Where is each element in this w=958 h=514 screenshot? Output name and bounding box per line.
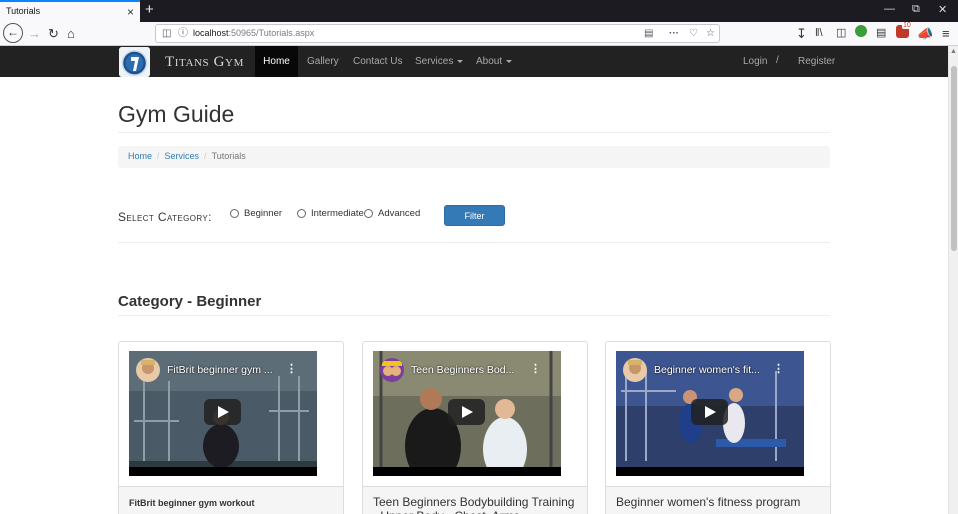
- kebab-menu-icon[interactable]: ⋮: [530, 362, 541, 375]
- library-icon[interactable]: ‖\: [815, 26, 823, 41]
- sidebar-icon[interactable]: ◫: [836, 26, 846, 41]
- card-footer: FitBrit beginner gym workout: [119, 486, 343, 514]
- kebab-menu-icon[interactable]: ⋮: [773, 362, 784, 375]
- video-title[interactable]: FitBrit beginner gym ...: [167, 364, 287, 376]
- video-embed[interactable]: FitBrit beginner gym ... ⋮: [129, 351, 317, 476]
- nav-gallery[interactable]: Gallery: [297, 46, 349, 77]
- scroll-thumb[interactable]: [951, 66, 957, 251]
- breadcrumb-services[interactable]: Services: [165, 151, 200, 161]
- nav-about-label: About: [476, 56, 503, 67]
- radio-label: Beginner: [244, 207, 283, 219]
- divider: [118, 132, 830, 133]
- video-embed[interactable]: Teen Beginners Bod... ⋮: [373, 351, 561, 476]
- megaphone-icon[interactable]: 📣: [917, 26, 933, 41]
- caret-down-icon: [457, 59, 464, 63]
- card-caption: Beginner women's fitness program: [616, 495, 801, 509]
- url-text[interactable]: localhost:50965/Tutorials.aspx: [193, 28, 314, 38]
- divider: [118, 315, 830, 316]
- video-card: Teen Beginners Bod... ⋮ Teen Beginners B…: [362, 341, 588, 514]
- more-actions-icon[interactable]: ···: [669, 27, 679, 40]
- bookmark-star-icon[interactable]: ☆: [706, 27, 715, 40]
- video-title[interactable]: Teen Beginners Bod...: [411, 364, 531, 376]
- card-caption: FitBrit beginner gym workout: [129, 498, 255, 508]
- channel-avatar[interactable]: [623, 358, 647, 382]
- avatar-icon: [136, 358, 160, 382]
- nav-contact-us[interactable]: Contact Us: [343, 46, 412, 77]
- download-icon[interactable]: ↧: [796, 26, 807, 41]
- url-path: :50965/Tutorials.aspx: [228, 28, 315, 38]
- category-label: Select Category:: [118, 210, 212, 224]
- tab-title: Tutorials: [6, 6, 41, 16]
- caret-down-icon: [506, 59, 513, 63]
- breadcrumb: Home / Services / Tutorials: [118, 146, 830, 168]
- section-title: Category - Beginner: [118, 293, 262, 310]
- avatar-icon: [380, 358, 404, 382]
- divider: [118, 242, 830, 243]
- filter-button[interactable]: Filter: [444, 205, 505, 226]
- breadcrumb-separator: /: [204, 151, 207, 161]
- nav-about[interactable]: About: [466, 46, 522, 77]
- browser-tab[interactable]: Tutorials ×: [0, 0, 140, 22]
- breadcrumb-separator: /: [157, 151, 160, 161]
- minimize-icon[interactable]: —: [884, 3, 895, 15]
- back-arrow-icon[interactable]: ←: [3, 23, 23, 43]
- browser-toolbar: ← → ↻ ⌂ ◫ ⓘ localhost:50965/Tutorials.as…: [0, 22, 958, 46]
- extension-icon[interactable]: [855, 25, 867, 37]
- radio-label: Advanced: [378, 207, 421, 219]
- nav-services-label: Services: [415, 56, 454, 67]
- notification-badge: 10: [902, 22, 912, 29]
- close-window-icon[interactable]: ✕: [938, 3, 947, 16]
- card-footer: Teen Beginners Bodybuilding Training - U…: [363, 486, 587, 514]
- channel-avatar[interactable]: [380, 358, 404, 382]
- forward-arrow-icon[interactable]: →: [28, 26, 41, 41]
- card-caption: Teen Beginners Bodybuilding Training - U…: [373, 495, 575, 514]
- pocket-icon[interactable]: ♡: [689, 27, 698, 40]
- reader-view-icon[interactable]: ▤: [644, 27, 653, 40]
- menu-icon[interactable]: ≡: [942, 26, 950, 41]
- shield-icon[interactable]: ◫: [162, 27, 171, 40]
- play-icon[interactable]: [204, 399, 241, 425]
- reload-icon[interactable]: ↻: [48, 26, 59, 41]
- video-embed[interactable]: Beginner women's fit... ⋮: [616, 351, 804, 476]
- radio-circle[interactable]: [364, 208, 373, 218]
- brand-name[interactable]: Titans Gym: [165, 54, 244, 71]
- radio-beginner[interactable]: Beginner: [230, 206, 282, 220]
- nav-home[interactable]: Home: [255, 46, 298, 77]
- logo-emblem-icon: [119, 47, 150, 77]
- nav-separator: /: [776, 55, 779, 66]
- breadcrumb-current: Tutorials: [211, 151, 246, 161]
- radio-circle[interactable]: [230, 208, 239, 218]
- video-card: Beginner women's fit... ⋮ Beginner women…: [605, 341, 831, 514]
- card-footer: Beginner women's fitness program: [606, 486, 830, 514]
- scroll-up-icon[interactable]: ▲: [950, 48, 957, 55]
- url-host: localhost: [193, 28, 229, 38]
- video-title[interactable]: Beginner women's fit...: [654, 364, 774, 376]
- nav-register[interactable]: Register: [788, 46, 845, 77]
- info-icon[interactable]: ⓘ: [178, 27, 188, 40]
- browser-tab-bar: Tutorials × + — ⧉ ✕: [0, 0, 958, 22]
- play-icon[interactable]: [448, 399, 485, 425]
- radio-advanced[interactable]: Advanced: [364, 206, 420, 220]
- brand-logo[interactable]: [119, 47, 150, 77]
- avatar-icon: [623, 358, 647, 382]
- close-icon[interactable]: ×: [127, 5, 134, 19]
- video-card: FitBrit beginner gym ... ⋮ FitBrit begin…: [118, 341, 344, 514]
- site-navbar: Titans Gym Home Gallery Contact Us Servi…: [0, 46, 948, 77]
- nav-services[interactable]: Services: [405, 46, 473, 77]
- nav-login[interactable]: Login: [733, 46, 777, 77]
- kebab-menu-icon[interactable]: ⋮: [286, 362, 297, 375]
- channel-avatar[interactable]: [136, 358, 160, 382]
- home-icon[interactable]: ⌂: [67, 26, 75, 41]
- url-bar[interactable]: ◫ ⓘ localhost:50965/Tutorials.aspx ▤ ···…: [155, 24, 720, 43]
- radio-label: Intermediate: [311, 207, 364, 219]
- page-title: Gym Guide: [118, 101, 235, 127]
- new-tab-button[interactable]: +: [145, 1, 154, 19]
- restore-icon[interactable]: ⧉: [912, 3, 920, 16]
- page-scrollbar[interactable]: ▲: [948, 46, 958, 514]
- radio-intermediate[interactable]: Intermediate: [297, 206, 364, 220]
- radio-circle[interactable]: [297, 208, 306, 218]
- play-icon[interactable]: [691, 399, 728, 425]
- document-icon[interactable]: ▤: [876, 26, 886, 41]
- breadcrumb-home[interactable]: Home: [128, 151, 152, 161]
